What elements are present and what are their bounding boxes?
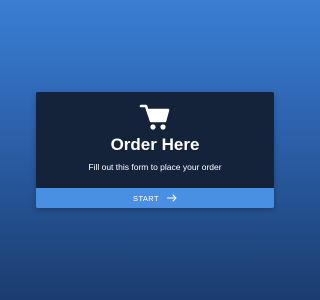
- page-subtitle: Fill out this form to place your order: [88, 162, 222, 172]
- arrow-right-icon: [166, 194, 177, 202]
- card-body: Order Here Fill out this form to place y…: [36, 92, 274, 188]
- shopping-cart-icon: [139, 104, 170, 130]
- start-button-label: START: [133, 193, 159, 203]
- start-button[interactable]: START: [36, 188, 274, 208]
- page-title: Order Here: [110, 135, 200, 154]
- order-card: Order Here Fill out this form to place y…: [36, 92, 274, 208]
